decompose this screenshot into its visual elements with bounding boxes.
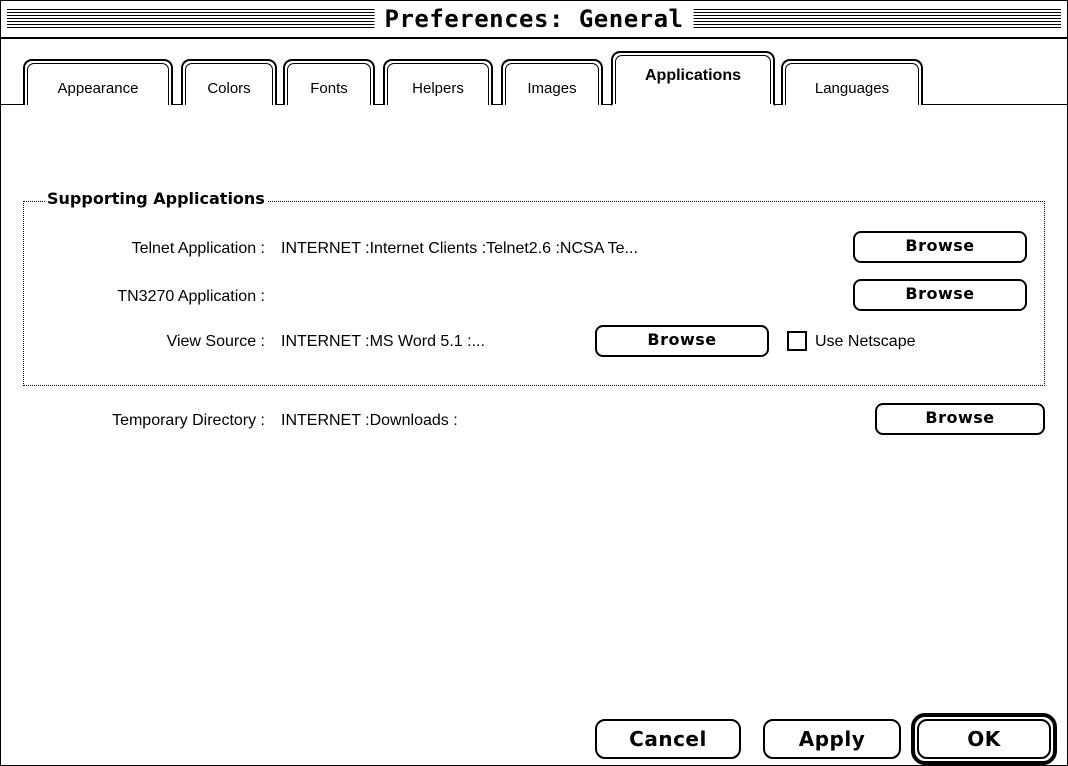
tn3270-browse-button[interactable]: Browse: [853, 279, 1027, 311]
apply-button[interactable]: Apply: [763, 719, 901, 759]
temp-dir-browse-button[interactable]: Browse: [875, 403, 1045, 435]
tab-inner-border: [185, 63, 273, 105]
tab-applications[interactable]: Applications: [611, 51, 775, 106]
window-title: Preferences: General: [374, 5, 694, 33]
view-source-path: INTERNET :MS Word 5.1 :...: [281, 333, 485, 350]
tab-colors[interactable]: Colors: [181, 59, 277, 105]
tab-inner-border: [505, 63, 599, 105]
tab-inner-border: [27, 63, 169, 105]
use-netscape-label[interactable]: Use Netscape: [815, 332, 916, 352]
tab-inner-border: [615, 55, 771, 104]
tab-fonts[interactable]: Fonts: [283, 59, 375, 105]
telnet-path: INTERNET :Internet Clients :Telnet2.6 :N…: [281, 240, 638, 257]
tab-inner-border: [287, 63, 371, 105]
tab-inner-border: [785, 63, 919, 105]
group-title: Supporting Applications: [45, 189, 267, 209]
tab-appearance[interactable]: Appearance: [23, 59, 173, 105]
temp-dir-label: Temporary Directory :: [112, 412, 265, 429]
view-source-label: View Source :: [166, 333, 265, 350]
use-netscape-checkbox[interactable]: [787, 331, 807, 351]
tn3270-label: TN3270 Application :: [117, 288, 265, 305]
tab-inner-border: [387, 63, 489, 105]
telnet-browse-button[interactable]: Browse: [853, 231, 1027, 263]
title-bar[interactable]: Preferences: General: [1, 1, 1067, 39]
tab-images[interactable]: Images: [501, 59, 603, 105]
temp-dir-path: INTERNET :Downloads :: [281, 412, 458, 429]
preferences-window: Preferences: General Appearance Colors F…: [0, 0, 1068, 766]
ok-button[interactable]: OK: [917, 719, 1051, 759]
tab-languages[interactable]: Languages: [781, 59, 923, 105]
view-source-browse-button[interactable]: Browse: [595, 325, 769, 357]
cancel-button[interactable]: Cancel: [595, 719, 741, 759]
tab-helpers[interactable]: Helpers: [383, 59, 493, 105]
telnet-label: Telnet Application :: [131, 240, 265, 257]
